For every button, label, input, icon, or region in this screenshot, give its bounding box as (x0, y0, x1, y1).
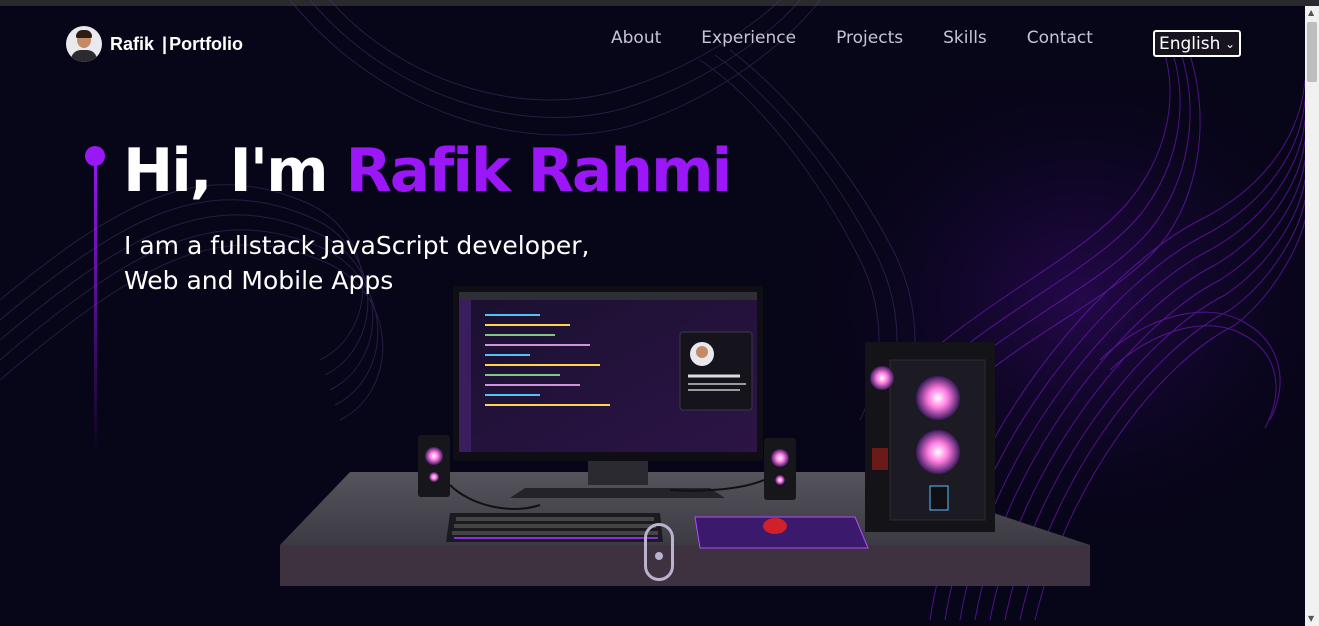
hero-accent-dot (85, 146, 105, 166)
hero-subtitle-line1: I am a fullstack JavaScript developer, (124, 231, 590, 260)
hero-name: Rafik Rahmi (345, 136, 733, 206)
brand-suffix: Portfolio (169, 33, 244, 54)
scroll-down-arrow-icon[interactable]: ▼ (1308, 615, 1314, 623)
brand-separator: | (162, 33, 168, 54)
nav-link-about[interactable]: About (611, 28, 661, 48)
nav-link-contact[interactable]: Contact (1027, 28, 1093, 48)
hero-title: Hi, I'm Rafik Rahmi (123, 136, 733, 206)
nav-link-skills[interactable]: Skills (943, 28, 987, 48)
scrollbar[interactable]: ▲ ▼ (1305, 6, 1319, 626)
scroll-up-arrow-icon[interactable]: ▲ (1308, 9, 1314, 17)
language-select[interactable]: English ⌄ (1153, 30, 1241, 57)
brand-name: Rafik (110, 33, 155, 54)
scroll-wheel-dot (655, 552, 663, 560)
chevron-down-icon: ⌄ (1224, 36, 1235, 51)
nav-link-projects[interactable]: Projects (836, 28, 903, 48)
nav-links: About Experience Projects Skills Contact (611, 28, 1133, 48)
avatar (66, 26, 102, 62)
nav-link-experience[interactable]: Experience (701, 28, 796, 48)
hero-accent-line (94, 155, 97, 455)
brand-logo[interactable]: Rafik | Portfolio (66, 26, 243, 62)
language-selected: English (1159, 33, 1221, 54)
desk-setup-illustration (280, 286, 1090, 586)
hero-greeting: Hi, I'm (123, 136, 346, 206)
scrollbar-thumb[interactable] (1307, 22, 1317, 82)
scroll-mouse-icon[interactable] (644, 523, 674, 581)
